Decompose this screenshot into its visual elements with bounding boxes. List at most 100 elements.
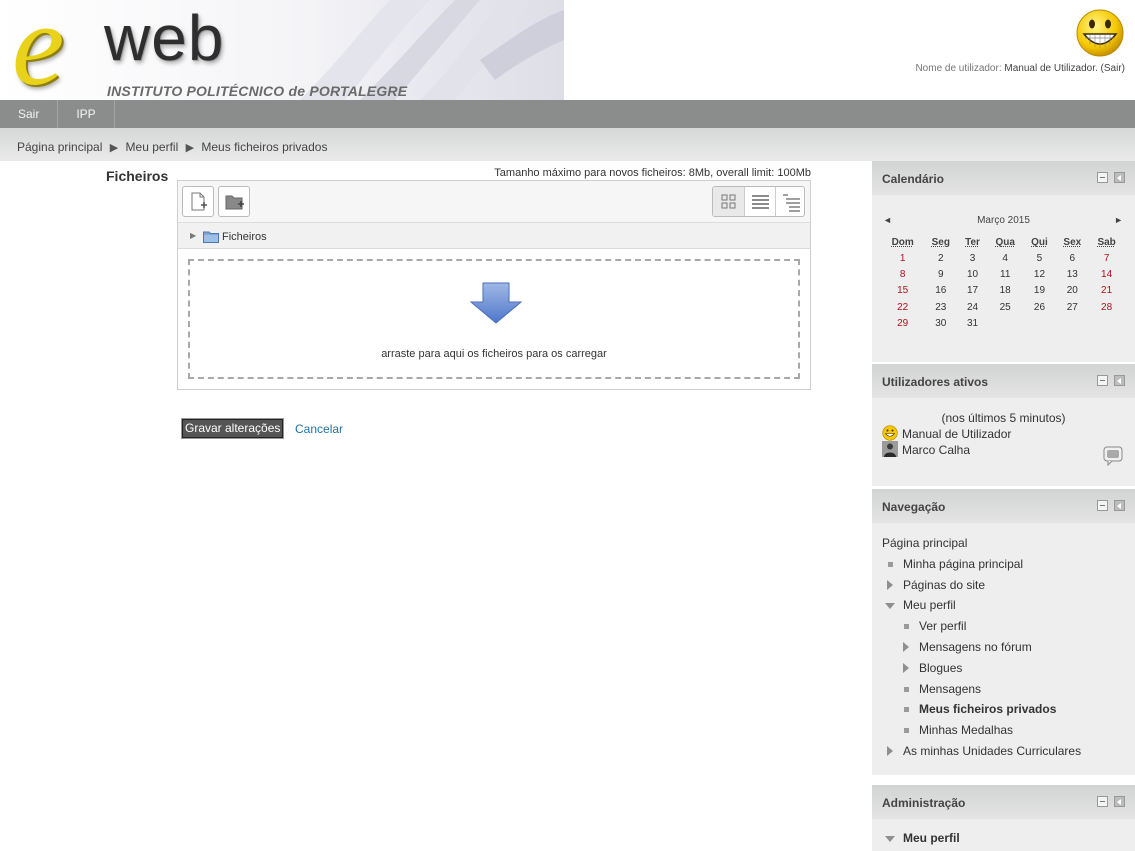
bullet-icon	[904, 624, 909, 629]
bullet-icon	[904, 687, 909, 692]
active-user-name[interactable]: Marco Calha	[902, 443, 970, 457]
calendar-day[interactable]: 1	[882, 250, 923, 266]
send-message-icon[interactable]	[1103, 446, 1123, 466]
calendar-day[interactable]: 6	[1055, 250, 1089, 266]
calendar-block-title: Calendário	[882, 172, 945, 186]
minimize-icon[interactable]	[1097, 375, 1108, 386]
nav-item-blogs[interactable]: Blogues	[919, 661, 962, 675]
active-user-row[interactable]: Marco Calha	[882, 441, 970, 457]
save-changes-button[interactable]: Gravar alterações	[180, 418, 285, 439]
admin-item-my-profile[interactable]: Meu perfil	[903, 831, 960, 845]
calendar-day[interactable]: 31	[958, 315, 987, 331]
add-file-button[interactable]	[182, 186, 214, 217]
expanded-triangle-icon[interactable]	[885, 836, 895, 842]
cancel-link[interactable]: Cancelar	[295, 422, 343, 436]
user-avatar-smiley-icon[interactable]	[1075, 8, 1125, 58]
tree-view-icon	[783, 194, 800, 212]
dock-icon[interactable]	[1114, 796, 1125, 807]
collapsed-triangle-icon[interactable]	[903, 642, 909, 652]
nav-item-dashboard[interactable]: Minha página principal	[903, 557, 1023, 571]
view-icons-button[interactable]	[713, 187, 744, 216]
logo-subtitle: INSTITUTO POLITÉCNICO de PORTALEGRE	[107, 83, 407, 99]
file-manager: ▶ Ficheiros arraste para aqui os ficheir…	[177, 180, 811, 390]
calendar-day[interactable]: 5	[1024, 250, 1056, 266]
nav-item-home[interactable]: Página principal	[882, 536, 967, 550]
calendar-day[interactable]: 18	[987, 283, 1024, 299]
active-users-block: Utilizadores ativos (nos últimos 5 minut…	[872, 364, 1135, 486]
calendar-day[interactable]: 15	[882, 283, 923, 299]
calendar-day[interactable]: 21	[1089, 283, 1124, 299]
calendar-day[interactable]: 10	[958, 266, 987, 282]
grid-view-icon	[721, 194, 736, 209]
calendar-day[interactable]: 24	[958, 299, 987, 315]
login-user-link[interactable]: Manual de Utilizador	[1004, 63, 1095, 74]
path-folder-label[interactable]: Ficheiros	[222, 231, 267, 243]
calendar-day[interactable]: 19	[1024, 283, 1056, 299]
active-user-row[interactable]: Manual de Utilizador	[882, 425, 1011, 441]
calendar-prev-icon[interactable]: ◄	[883, 215, 892, 225]
nav-item-my-profile[interactable]: Meu perfil	[903, 598, 956, 612]
file-manager-content: arraste para aqui os ficheiros para os c…	[178, 249, 810, 389]
calendar-day[interactable]: 17	[958, 283, 987, 299]
logo-subtitle-upper: INSTITUTO POLITÉCNICO	[107, 83, 289, 99]
calendar-day[interactable]: 8	[882, 266, 923, 282]
calendar-day[interactable]: 30	[923, 315, 958, 331]
nav-item-my-courses[interactable]: As minhas Unidades Curriculares	[903, 744, 1081, 758]
calendar-day[interactable]: 27	[1055, 299, 1089, 315]
calendar-day[interactable]: 2	[923, 250, 958, 266]
calendar-day[interactable]: 12	[1024, 266, 1056, 282]
menu-item-ipp[interactable]: IPP	[58, 100, 115, 128]
breadcrumb-item-home[interactable]: Página principal	[17, 140, 102, 154]
weekday-header: Seg	[931, 236, 950, 248]
menu-item-sair[interactable]: Sair	[0, 100, 59, 128]
logo-subtitle-end: PORTALEGRE	[305, 83, 408, 99]
weekday-header: Qui	[1031, 236, 1048, 248]
nav-item-messages[interactable]: Mensagens	[919, 682, 981, 696]
expanded-triangle-icon[interactable]	[885, 603, 895, 609]
navigation-block-header: Navegação	[872, 489, 1135, 523]
calendar-day[interactable]: 4	[987, 250, 1024, 266]
view-tree-button[interactable]	[775, 187, 804, 216]
calendar-day[interactable]: 25	[987, 299, 1024, 315]
nav-item-badges[interactable]: Minhas Medalhas	[919, 723, 1013, 737]
logout-link[interactable]: . (Sair)	[1095, 63, 1125, 74]
active-user-name[interactable]: Manual de Utilizador	[902, 427, 1011, 441]
calendar-day[interactable]: 7	[1089, 250, 1124, 266]
nav-item-forum-posts[interactable]: Mensagens no fórum	[919, 640, 1032, 654]
minimize-icon[interactable]	[1097, 796, 1108, 807]
expand-triangle-icon[interactable]: ▶	[190, 231, 196, 240]
smiley-avatar-icon	[882, 425, 898, 441]
calendar-day[interactable]: 22	[882, 299, 923, 315]
nav-item-view-profile[interactable]: Ver perfil	[919, 619, 966, 633]
breadcrumb-separator-icon: ▶	[109, 142, 119, 154]
dock-icon[interactable]	[1114, 375, 1125, 386]
calendar-month-label[interactable]: Março 2015	[872, 215, 1135, 226]
calendar-day[interactable]: 29	[882, 315, 923, 331]
calendar-day[interactable]: 9	[923, 266, 958, 282]
navigation-block: Navegação Página principal Minha página …	[872, 489, 1135, 775]
create-folder-button[interactable]	[218, 186, 250, 217]
calendar-day[interactable]: 20	[1055, 283, 1089, 299]
calendar-day[interactable]: 3	[958, 250, 987, 266]
site-logo[interactable]: e web INSTITUTO POLITÉCNICO de PORTALEGR…	[0, 0, 564, 100]
calendar-day[interactable]: 23	[923, 299, 958, 315]
collapsed-triangle-icon[interactable]	[887, 580, 893, 590]
calendar-day[interactable]: 13	[1055, 266, 1089, 282]
calendar-day[interactable]: 16	[923, 283, 958, 299]
dock-icon[interactable]	[1114, 500, 1125, 511]
calendar-day[interactable]: 14	[1089, 266, 1124, 282]
minimize-icon[interactable]	[1097, 172, 1108, 183]
view-list-button[interactable]	[744, 187, 775, 216]
dock-icon[interactable]	[1114, 172, 1125, 183]
minimize-icon[interactable]	[1097, 500, 1108, 511]
calendar-next-icon[interactable]: ►	[1114, 215, 1123, 225]
file-dropzone[interactable]: arraste para aqui os ficheiros para os c…	[188, 259, 800, 379]
logo-subtitle-lower: de	[288, 83, 306, 99]
calendar-day[interactable]: 28	[1089, 299, 1124, 315]
calendar-day[interactable]: 26	[1024, 299, 1056, 315]
nav-item-site-pages[interactable]: Páginas do site	[903, 578, 985, 592]
calendar-day[interactable]: 11	[987, 266, 1024, 282]
collapsed-triangle-icon[interactable]	[903, 663, 909, 673]
breadcrumb-item-profile[interactable]: Meu perfil	[126, 140, 179, 154]
collapsed-triangle-icon[interactable]	[887, 746, 893, 756]
